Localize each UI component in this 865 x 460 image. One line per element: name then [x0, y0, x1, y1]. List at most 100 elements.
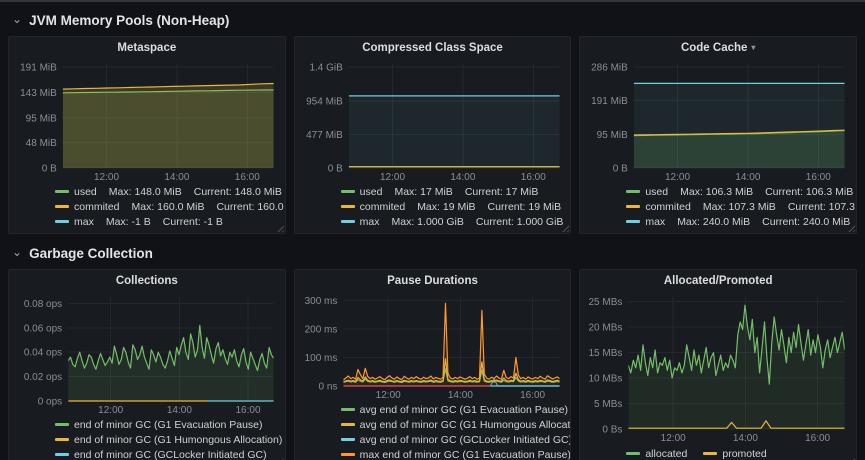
svg-text:12:00: 12:00	[380, 172, 405, 183]
svg-text:14:00: 14:00	[736, 172, 761, 183]
panel-pause-durations: Pause Durations 0 ns100 ms200 ms300 ms12…	[294, 269, 572, 460]
series-color-swatch	[626, 205, 640, 208]
legend: allocated promoted	[626, 444, 848, 460]
legend: usedMax: 148.0 MiBCurrent: 148.0 MiBcomm…	[55, 183, 277, 229]
series-stat: Max: 17 MiB	[394, 186, 452, 198]
legend-item[interactable]: promoted	[703, 446, 766, 460]
svg-text:477 MiB: 477 MiB	[306, 130, 343, 141]
panel-code-cache: Code Cache▾ 0 B95 MiB191 MiB286 MiB12:00…	[579, 36, 857, 234]
series-name: max	[74, 216, 94, 228]
svg-text:95 MiB: 95 MiB	[26, 113, 57, 124]
svg-text:20 MBs: 20 MBs	[589, 323, 623, 334]
time-series-chart[interactable]: 0 ns100 ms200 ms300 ms12:0014:0016:00	[303, 292, 563, 401]
svg-text:48 MiB: 48 MiB	[26, 138, 57, 149]
legend-item[interactable]: commitedMax: 160.0 MiBCurrent: 160.0 MiB	[55, 199, 277, 214]
series-stat: Max: 240.0 MiB	[677, 216, 750, 228]
svg-text:5 MBs: 5 MBs	[594, 399, 622, 410]
series-stat: Current: 240.0 MiB	[762, 216, 850, 228]
svg-text:0.02 ops: 0.02 ops	[24, 372, 62, 383]
legend-item[interactable]: maxMax: -1 BCurrent: -1 B	[55, 214, 277, 229]
svg-text:16:00: 16:00	[235, 405, 260, 416]
panel-title[interactable]: Allocated/Promoted	[588, 275, 848, 292]
legend-item[interactable]: maxMax: 1.000 GiBCurrent: 1.000 GiB	[341, 214, 563, 229]
series-stat: Current: 19 MiB	[488, 201, 562, 213]
series-stat: Current: 107.3 MiB	[788, 201, 857, 213]
series-name: end of minor GC (G1 Evacuation Pause)	[74, 419, 263, 431]
series-color-swatch	[341, 438, 355, 441]
section-header-garbage-collection[interactable]: ⌄ Garbage Collection	[12, 243, 857, 264]
series-color-swatch	[341, 220, 355, 223]
svg-text:14:00: 14:00	[733, 433, 758, 444]
legend-item[interactable]: usedMax: 106.3 MiBCurrent: 106.3 MiB	[626, 184, 848, 199]
panel-title[interactable]: Collections	[17, 275, 277, 292]
svg-text:954 MiB: 954 MiB	[306, 96, 343, 107]
legend-item[interactable]: allocated	[626, 446, 687, 460]
series-name: used	[74, 186, 97, 198]
panel-title-text: Pause Durations	[387, 275, 478, 287]
series-stat: Max: 1.000 GiB	[392, 216, 464, 228]
svg-text:0.04 ops: 0.04 ops	[24, 348, 62, 359]
svg-text:16:00: 16:00	[805, 433, 830, 444]
panel-row-garbage-collection: Collections 0 ops0.02 ops0.04 ops0.06 op…	[8, 269, 857, 460]
legend-item[interactable]: avg end of minor GC (G1 Humongous Alloca…	[341, 417, 563, 432]
legend-item[interactable]: maxMax: 240.0 MiBCurrent: 240.0 MiB	[626, 214, 848, 229]
chevron-down-icon: ⌄	[12, 14, 22, 24]
panel-title[interactable]: Compressed Class Space	[303, 42, 563, 59]
legend-item[interactable]: avg end of minor GC (G1 Evacuation Pause…	[341, 402, 563, 417]
svg-text:14:00: 14:00	[448, 390, 473, 401]
svg-text:200 ms: 200 ms	[304, 324, 337, 335]
legend-item[interactable]: commitedMax: 19 MiBCurrent: 19 MiB	[341, 199, 563, 214]
svg-text:191 MiB: 191 MiB	[20, 63, 57, 74]
time-series-chart[interactable]: 0 ops0.02 ops0.04 ops0.06 ops0.08 ops12:…	[17, 292, 277, 416]
panel-title-text: Metaspace	[117, 42, 176, 54]
svg-text:0 ops: 0 ops	[38, 397, 62, 408]
series-name: avg end of minor GC (G1 Evacuation Pause…	[360, 404, 568, 416]
series-name: commited	[74, 201, 120, 213]
series-stat: Max: 148.0 MiB	[109, 186, 182, 198]
svg-text:25 MBs: 25 MBs	[589, 297, 623, 308]
svg-text:100 ms: 100 ms	[304, 353, 337, 364]
series-stat: Current: 17 MiB	[465, 186, 539, 198]
svg-text:0 B: 0 B	[613, 164, 628, 175]
series-color-swatch	[341, 408, 355, 411]
legend-item[interactable]: usedMax: 148.0 MiBCurrent: 148.0 MiB	[55, 184, 277, 199]
series-name: avg end of minor GC (G1 Humongous Alloca…	[360, 419, 572, 431]
series-name: allocated	[645, 448, 687, 460]
legend-item[interactable]: end of minor GC (GCLocker Initiated GC)	[55, 447, 277, 460]
svg-text:1.4 GiB: 1.4 GiB	[309, 63, 343, 74]
time-series-chart[interactable]: 0 B 477 MiB 954 MiB 1.4 GiB 12:00 14:00 16:00	[303, 59, 563, 183]
legend-item[interactable]: end of minor GC (G1 Evacuation Pause)	[55, 417, 277, 432]
series-name: commited	[645, 201, 691, 213]
legend-item[interactable]: avg end of minor GC (GCLocker Initiated …	[341, 432, 563, 447]
section-header-jvm-memory-pools[interactable]: ⌄ JVM Memory Pools (Non-Heap)	[12, 10, 857, 31]
time-series-chart[interactable]: 0 B95 MiB191 MiB286 MiB12:0014:0016:00	[588, 59, 848, 183]
time-series-chart[interactable]: 0 B48 MiB95 MiB143 MiB191 MiB12:0014:001…	[17, 59, 277, 183]
series-color-swatch	[626, 190, 640, 193]
svg-text:0.08 ops: 0.08 ops	[24, 299, 62, 310]
legend-item[interactable]: end of minor GC (G1 Humongous Allocation…	[55, 432, 277, 447]
series-stat: Max: 107.3 MiB	[703, 201, 776, 213]
svg-text:16:00: 16:00	[520, 172, 545, 183]
panel-title[interactable]: Pause Durations	[303, 275, 563, 292]
panel-title[interactable]: Code Cache▾	[588, 42, 848, 59]
svg-text:0 B: 0 B	[327, 164, 342, 175]
svg-text:286 MiB: 286 MiB	[591, 63, 628, 74]
svg-text:14:00: 14:00	[164, 172, 189, 183]
panel-row-non-heap: Metaspace 0 B48 MiB95 MiB143 MiB191 MiB1…	[8, 36, 857, 234]
chevron-down-icon: ⌄	[12, 247, 22, 257]
legend: usedMax: 106.3 MiBCurrent: 106.3 MiB comm…	[626, 183, 848, 229]
series-stat: Max: 160.0 MiB	[132, 201, 205, 213]
svg-text:10 MBs: 10 MBs	[589, 374, 623, 385]
svg-text:14:00: 14:00	[450, 172, 475, 183]
legend: usedMax: 17 MiBCurrent: 17 MiBcommitedMa…	[341, 183, 563, 229]
panel-title[interactable]: Metaspace	[17, 42, 277, 59]
panel-compressed-class-space: Compressed Class Space 0 B 477 MiB 954 MiB…	[294, 36, 572, 234]
svg-text:191 MiB: 191 MiB	[591, 96, 628, 107]
panel-title-text: Collections	[116, 275, 178, 287]
series-color-swatch	[626, 220, 640, 223]
svg-text:12:00: 12:00	[375, 390, 400, 401]
legend-item[interactable]: commitedMax: 107.3 MiBCurrent: 107.3 MiB	[626, 199, 848, 214]
time-series-chart[interactable]: 0 Bs5 MBs10 MBs15 MBs20 MBs25 MBs12:0014…	[588, 292, 848, 444]
legend-item[interactable]: max end of minor GC (G1 Evacuation Pause…	[341, 447, 563, 460]
legend-item[interactable]: usedMax: 17 MiBCurrent: 17 MiB	[341, 184, 563, 199]
